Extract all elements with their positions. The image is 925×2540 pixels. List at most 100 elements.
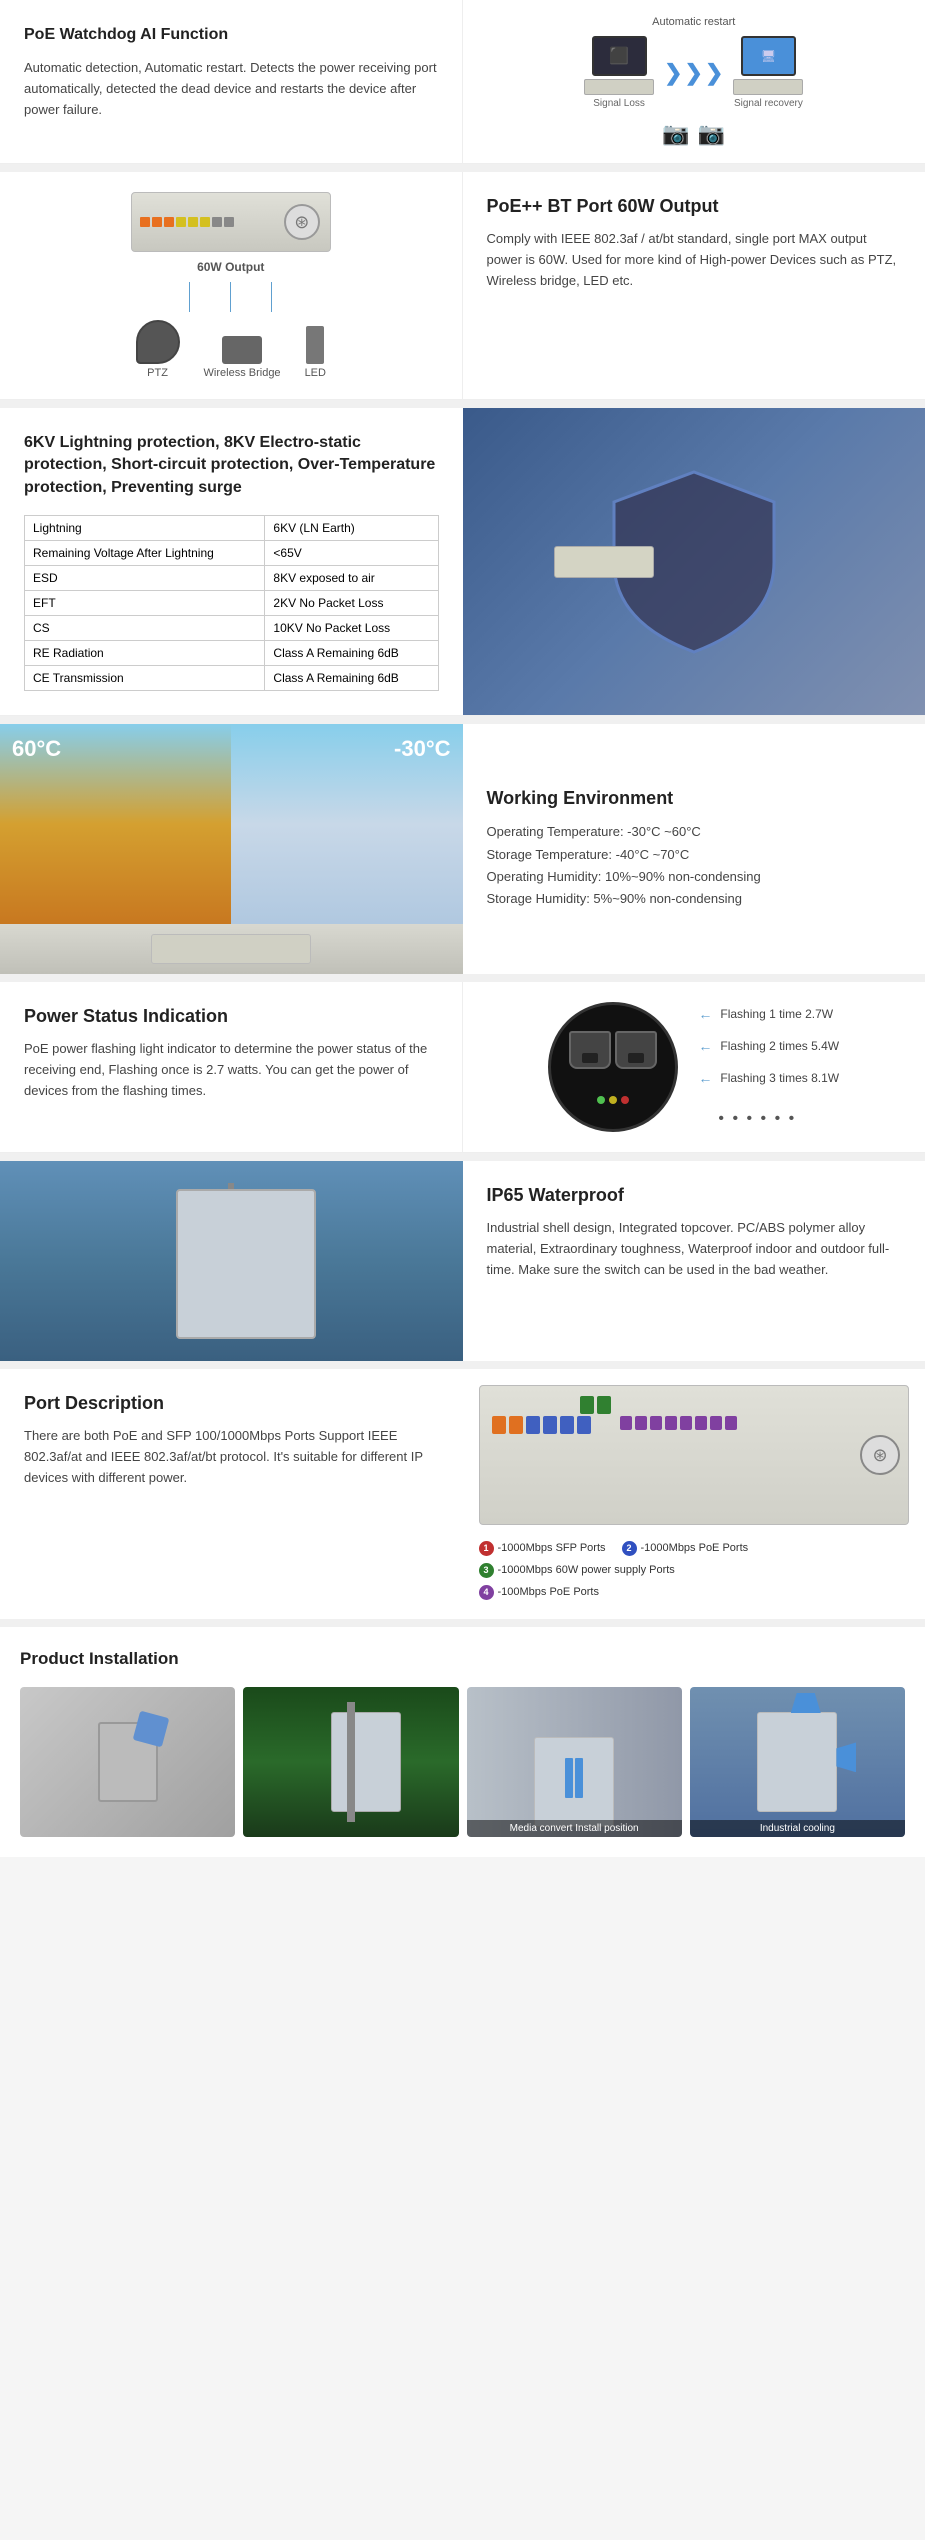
port-yellow-2 <box>188 217 198 227</box>
device-on-pole <box>331 1712 401 1812</box>
legend-label: -1000Mbps 60W power supply Ports <box>498 1559 675 1581</box>
port-desc-text: Port Description There are both PoE and … <box>0 1369 463 1619</box>
switch-bottom-bar <box>0 924 463 974</box>
temp-hot-label: 60°C <box>12 736 61 762</box>
env-detail: Operating Temperature: -30°C ~60°C <box>487 821 902 843</box>
install-img-2 <box>243 1687 458 1837</box>
watchdog-diagram-row: ⬛ Signal Loss ❯ ❯ ❯ 🖥 Signal recovery <box>584 36 803 109</box>
installation-images: Media convert Install position Industria… <box>20 1687 905 1837</box>
watchdog-diagram: Automatic restart ⬛ Signal Loss ❯ ❯ ❯ 🖥 … <box>463 0 925 163</box>
led-red <box>621 1096 629 1104</box>
legend-badge: 2 <box>622 1541 637 1556</box>
legend-label: -1000Mbps SFP Ports <box>498 1537 606 1559</box>
dark-screen-icon: ⬛ <box>609 46 629 66</box>
dots-indicator: • • • • • • <box>698 1110 839 1128</box>
product-installation-section: Product Installation Media convert Insta… <box>0 1627 925 1857</box>
green-2 <box>597 1396 611 1414</box>
camera-icon-left: 📷 <box>662 121 689 147</box>
poe-purple-ports <box>620 1416 780 1430</box>
switch-port-diagram: ⊛ <box>479 1385 910 1525</box>
auto-restart-label: Automatic restart <box>652 16 735 28</box>
poe-60w-ports <box>580 1396 611 1414</box>
port-desc-description: There are both PoE and SFP 100/1000Mbps … <box>24 1426 439 1488</box>
output-label: 60W Output <box>197 260 264 274</box>
table-cell: Remaining Voltage After Lightning <box>25 541 265 566</box>
temp-image-area: 60°C -30°C <box>0 724 463 974</box>
led-device: LED <box>305 326 326 379</box>
port-orange-1 <box>140 217 150 227</box>
green-1 <box>580 1396 594 1414</box>
arrow-right-cooling <box>836 1742 856 1772</box>
arrow-up-cooling <box>791 1693 821 1713</box>
slot-1 <box>565 1758 573 1798</box>
purple-6 <box>695 1416 707 1430</box>
port-rj45-2 <box>615 1031 657 1069</box>
pole <box>347 1702 355 1822</box>
table-cell: CE Transmission <box>25 666 265 691</box>
flash-label-3: Flashing 3 times 8.1W <box>720 1071 839 1085</box>
wall-device <box>534 1737 614 1827</box>
port-legend: 1-1000Mbps SFP Ports2-1000Mbps PoE Ports… <box>479 1537 910 1603</box>
arrow-icon-3: ❯ <box>705 60 723 86</box>
purple-2 <box>635 1416 647 1430</box>
arrow-icon-1: ❯ <box>664 60 682 86</box>
env-detail: Storage Temperature: -40°C ~70°C <box>487 844 902 866</box>
table-cell: 2KV No Packet Loss <box>265 591 438 616</box>
ptz-device: PTZ <box>136 320 180 379</box>
port-orange-2 <box>152 217 162 227</box>
table-cell: RE Radiation <box>25 641 265 666</box>
flash-line-1: Flashing 1 time 2.7W <box>698 1006 839 1022</box>
protection-table: Lightning6KV (LN Earth)Remaining Voltage… <box>24 515 439 691</box>
line-3 <box>271 282 272 312</box>
temp-cold-area: -30°C <box>231 724 462 924</box>
flash-label-1: Flashing 1 time 2.7W <box>720 1007 833 1021</box>
env-detail: Storage Humidity: 5%~90% non-condensing <box>487 888 902 910</box>
flash-label-2: Flashing 2 times 5.4W <box>720 1039 839 1053</box>
ip65-description: Industrial shell design, Integrated topc… <box>487 1218 902 1280</box>
watchdog-title: PoE Watchdog AI Function <box>24 24 438 46</box>
purple-4 <box>665 1416 677 1430</box>
connected-devices: PTZ Wireless Bridge LED <box>136 320 326 379</box>
ip65-section: IP65 Waterproof Industrial shell design,… <box>0 1161 925 1361</box>
ip65-text: IP65 Waterproof Industrial shell design,… <box>463 1161 925 1361</box>
temp-cold-label: -30°C <box>394 736 450 762</box>
signal-recovery-label: Signal recovery <box>734 98 803 109</box>
bright-screen-icon: 🖥 <box>761 49 776 63</box>
signal-loss-label: Signal Loss <box>593 98 645 109</box>
poe-watchdog-section: PoE Watchdog AI Function Automatic detec… <box>0 0 925 164</box>
table-cell: <65V <box>265 541 438 566</box>
temp-hot-area: 60°C <box>0 724 231 924</box>
bridge-device: Wireless Bridge <box>204 336 281 379</box>
env-detail: Operating Humidity: 10%~90% non-condensi… <box>487 866 902 888</box>
port-grid <box>140 217 280 227</box>
lightning-image <box>463 408 925 715</box>
fan-icon-port: ⊛ <box>860 1435 900 1475</box>
power-status-description: PoE power flashing light indicator to de… <box>24 1039 438 1101</box>
port-desc-diagram: ⊛ 1-1000Mbps SFP Ports2-1000Mbps PoE Por… <box>463 1369 925 1619</box>
port-orange-3 <box>164 217 174 227</box>
poe-bt-title: PoE++ BT Port 60W Output <box>487 196 902 217</box>
poe-bt-description: Comply with IEEE 802.3af / at/bt standar… <box>487 229 902 291</box>
ip65-title: IP65 Waterproof <box>487 1185 902 1206</box>
camera-devices: 📷 📷 <box>662 121 725 147</box>
connector-lines <box>189 282 272 312</box>
legend-row: 3-1000Mbps 60W power supply Ports <box>479 1559 910 1581</box>
line-2 <box>230 282 231 312</box>
flashing-labels: Flashing 1 time 2.7W Flashing 2 times 5.… <box>698 1006 839 1128</box>
table-cell: CS <box>25 616 265 641</box>
slot-2 <box>575 1758 583 1798</box>
table-row: ESD8KV exposed to air <box>25 566 439 591</box>
table-cell: ESD <box>25 566 265 591</box>
blue-3 <box>560 1416 574 1434</box>
poe-bt-section: ⊛ 60W Output PTZ Wireless Bridge LED <box>0 172 925 400</box>
poe-ports-blue <box>526 1416 591 1434</box>
install-img-4-label: Industrial cooling <box>690 1820 905 1837</box>
sfp-2 <box>509 1416 523 1434</box>
legend-item: 4-100Mbps PoE Ports <box>479 1581 910 1603</box>
poe-bt-text: PoE++ BT Port 60W Output Comply with IEE… <box>463 172 925 399</box>
watchdog-text: PoE Watchdog AI Function Automatic detec… <box>0 0 463 163</box>
install-img-4: Industrial cooling <box>690 1687 905 1837</box>
working-env-title: Working Environment <box>487 788 902 809</box>
port-gray-1 <box>212 217 222 227</box>
port-yellow-1 <box>176 217 186 227</box>
